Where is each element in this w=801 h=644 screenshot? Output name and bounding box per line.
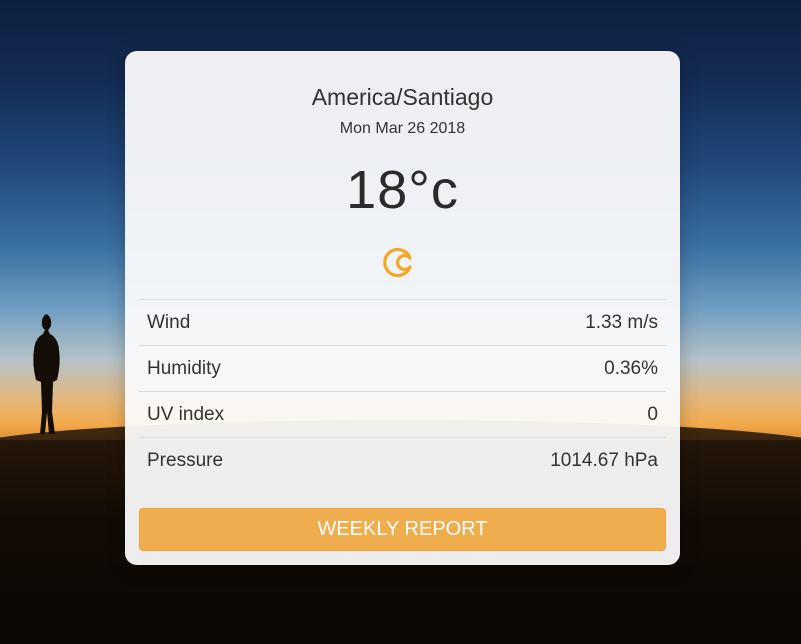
stat-value: 0.36%: [604, 357, 658, 379]
stat-value: 0: [647, 403, 658, 425]
stat-row-uv-index: UV index 0: [139, 392, 666, 438]
stat-label: UV index: [147, 403, 225, 425]
stat-label: Pressure: [147, 450, 224, 471]
weather-stats-list: Wind 1.33 m/s Humidity 0.36% UV index 0 …: [139, 299, 666, 484]
weekly-report-button[interactable]: WEEKLY REPORT: [139, 508, 666, 551]
stat-label: Wind: [147, 311, 191, 333]
stat-row-humidity: Humidity 0.36%: [139, 346, 666, 392]
location-timezone: America/Santiago: [311, 84, 494, 110]
current-date: Mon Mar 26 2018: [339, 120, 466, 137]
weather-card: America/Santiago Mon Mar 26 2018 18°c Wi…: [125, 51, 680, 565]
person-silhouette: [33, 314, 60, 434]
stat-value: 1.33 m/s: [585, 311, 658, 333]
current-temperature: 18°c: [346, 160, 459, 220]
stat-label: Humidity: [147, 357, 221, 379]
stat-row-pressure: Pressure 1014.67 hPa: [139, 438, 666, 484]
stat-value: 1014.67 hPa: [550, 450, 658, 471]
background-scene: America/Santiago Mon Mar 26 2018 18°c Wi…: [0, 0, 801, 644]
crescent-moon-icon: [383, 247, 412, 278]
stat-row-wind: Wind 1.33 m/s: [139, 300, 666, 346]
